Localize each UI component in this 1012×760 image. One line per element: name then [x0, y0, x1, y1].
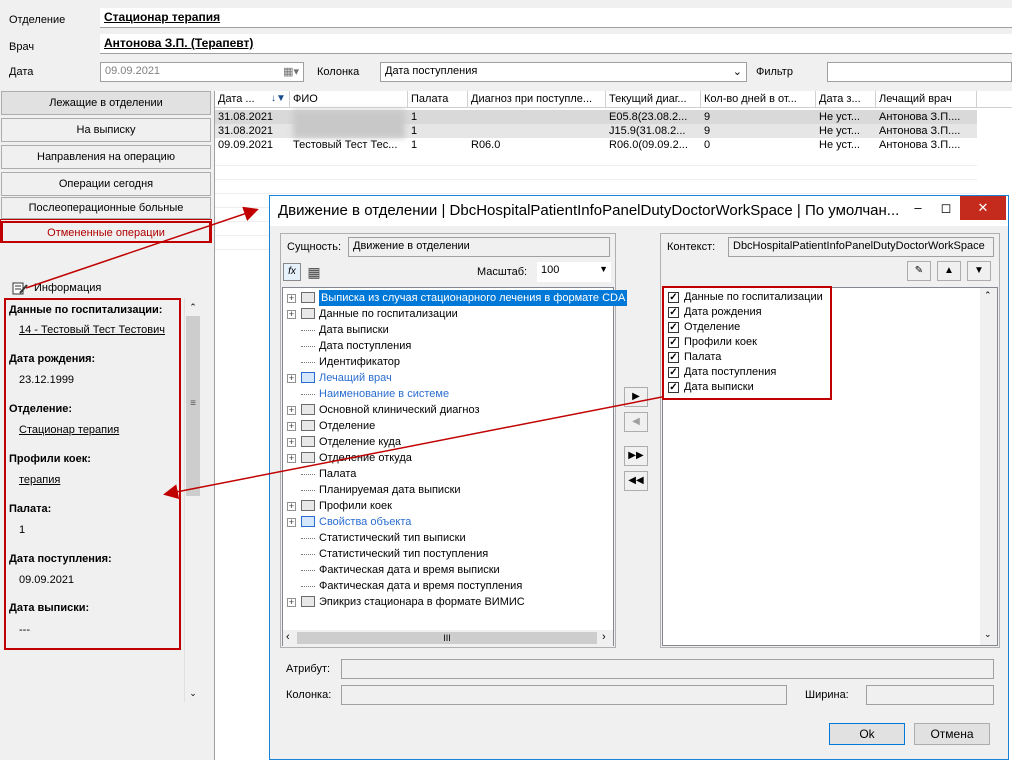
grip-icon: ≡	[190, 398, 196, 409]
scroll-down-icon[interactable]: ⌄	[984, 629, 992, 640]
formula-icon[interactable]: fx	[283, 263, 301, 281]
grid-header-admission-diagnosis[interactable]: Диагноз при поступле...	[468, 91, 606, 108]
sort-filter-icon[interactable]: ↓▼	[271, 93, 286, 104]
grid-cell: 1	[411, 139, 418, 151]
cancel-button[interactable]: Отмена	[914, 723, 990, 745]
move-all-left-button[interactable]: ◀◀	[624, 471, 648, 491]
grid-cell: Не уст...	[819, 139, 860, 151]
edit-icon[interactable]: ✎	[907, 261, 931, 281]
grid-cell: 1	[411, 125, 418, 137]
grid-cell: Не уст...	[819, 125, 860, 137]
grid-cell: 9	[704, 111, 711, 123]
nav-surgery-referrals[interactable]: Направления на операцию	[1, 145, 211, 169]
grid-header-doctor[interactable]: Лечащий врач	[876, 91, 977, 108]
grid-cell: 31.08.2021	[218, 111, 274, 123]
grid-cell: J15.9(31.08.2...	[609, 125, 686, 137]
grid-cell: R06.0	[471, 139, 501, 151]
tree-hscrollbar[interactable]: ‹ III ›	[283, 630, 613, 646]
scale-label: Масштаб:	[477, 266, 528, 278]
context-field: DbcHospitalPatientInfoPanelDutyDoctorWor…	[728, 237, 994, 257]
move-all-right-button[interactable]: ▶▶	[624, 446, 648, 466]
annotation-box-nav	[0, 219, 212, 243]
department-field[interactable]: Стационар терапия	[100, 8, 1012, 28]
attribute-field	[341, 659, 994, 679]
scroll-left-icon[interactable]: ‹	[286, 631, 290, 643]
grid-cell: 09.09.2021	[218, 139, 274, 151]
nav-lying-in-department[interactable]: Лежащие в отделении	[1, 91, 211, 115]
grid-header-discharge-date[interactable]: Дата з...	[816, 91, 876, 108]
scroll-down-icon[interactable]: ⌄	[186, 686, 200, 700]
grid-cell: R06.0(09.09.2...	[609, 139, 688, 151]
date-value: 09.09.2021	[105, 65, 161, 77]
minimize-icon[interactable]: –	[904, 198, 932, 218]
column-settings-dialog: Движение в отделении | DbcHospitalPatien…	[269, 195, 1009, 760]
column-select[interactable]: Дата поступления ⌄	[380, 62, 747, 82]
close-icon[interactable]: ✕	[960, 196, 1006, 220]
move-left-button[interactable]: ◀	[624, 412, 648, 432]
grid-header-name[interactable]: ФИО	[290, 91, 408, 108]
width-field	[866, 685, 994, 705]
grid-cell: Не уст...	[819, 111, 860, 123]
scrollbar-thumb[interactable]: III	[297, 632, 597, 644]
grid-header-ward[interactable]: Палата	[408, 91, 468, 108]
move-right-button[interactable]: ▶	[624, 387, 648, 407]
grid-icon[interactable]: ▦	[305, 263, 323, 281]
grid-cell: Антонова З.П....	[879, 111, 961, 123]
entity-label: Сущность:	[287, 241, 342, 253]
date-label: Дата	[9, 66, 34, 78]
grid-cell: 31.08.2021	[218, 125, 274, 137]
grid-cell: 0	[704, 139, 711, 151]
list-scrollbar[interactable]: ⌃ ⌄	[980, 288, 997, 645]
move-up-button[interactable]: ▲	[937, 261, 961, 281]
maximize-icon[interactable]: ◻	[932, 198, 960, 218]
grid-cell: 1	[411, 111, 418, 123]
grid-cell: E05.8(23.08.2...	[609, 111, 688, 123]
edit-info-icon[interactable]	[12, 281, 28, 295]
entity-field: Движение в отделении	[348, 237, 610, 257]
blurred-name	[293, 110, 405, 138]
ok-button[interactable]: Ok	[829, 723, 905, 745]
filter-label: Фильтр	[756, 66, 793, 78]
scale-select[interactable]: 100 ▼	[537, 262, 611, 282]
scroll-right-icon[interactable]: ›	[602, 631, 606, 643]
doctor-label: Врач	[9, 41, 35, 53]
grid-header-filler	[977, 91, 1012, 108]
context-label: Контекст:	[667, 241, 716, 253]
scale-value: 100	[541, 264, 560, 276]
info-title: Информация	[34, 282, 102, 294]
width-label: Ширина:	[805, 689, 849, 701]
date-field[interactable]: 09.09.2021 ▦▾	[100, 62, 304, 82]
grid-cell: Антонова З.П....	[879, 139, 961, 151]
grid-header-days[interactable]: Кол-во дней в от...	[701, 91, 816, 108]
column-field-label: Колонка:	[286, 689, 332, 701]
entity-tree: + Выписка из случая стационарного лечения…	[282, 287, 628, 646]
dialog-title: Движение в отделении | DbcHospitalPatien…	[270, 196, 1008, 226]
department-label: Отделение	[9, 14, 66, 26]
grid-cell: Тестовый Тест Тес...	[293, 139, 398, 151]
info-scrollbar[interactable]: ⌃ ≡ ⌄	[184, 298, 200, 702]
chevron-down-icon[interactable]: ▼	[599, 264, 608, 274]
grid-cell: 9	[704, 125, 711, 137]
annotation-box-selected	[662, 286, 832, 400]
filter-input[interactable]	[827, 62, 1012, 82]
grid-header-current-diagnosis[interactable]: Текущий диаг...	[606, 91, 701, 108]
scroll-up-icon[interactable]: ⌃	[984, 290, 992, 301]
nav-operations-today[interactable]: Операции сегодня	[1, 172, 211, 196]
doctor-field[interactable]: Антонова З.П. (Терапевт)	[100, 34, 1012, 54]
grid-cell: Антонова З.П....	[879, 125, 961, 137]
move-down-button[interactable]: ▼	[967, 261, 991, 281]
column-name-field	[341, 685, 787, 705]
column-select-value: Дата поступления	[385, 65, 478, 77]
nav-postoperative-patients[interactable]: Послеоперационные больные	[1, 197, 211, 219]
scroll-up-icon[interactable]: ⌃	[186, 300, 200, 314]
calendar-icon[interactable]: ▦▾	[283, 65, 299, 78]
attribute-label: Атрибут:	[286, 663, 331, 675]
annotation-box-info	[4, 298, 181, 650]
chevron-down-icon[interactable]: ⌄	[733, 65, 742, 78]
column-label: Колонка	[317, 66, 360, 78]
nav-for-discharge[interactable]: На выписку	[1, 118, 211, 142]
